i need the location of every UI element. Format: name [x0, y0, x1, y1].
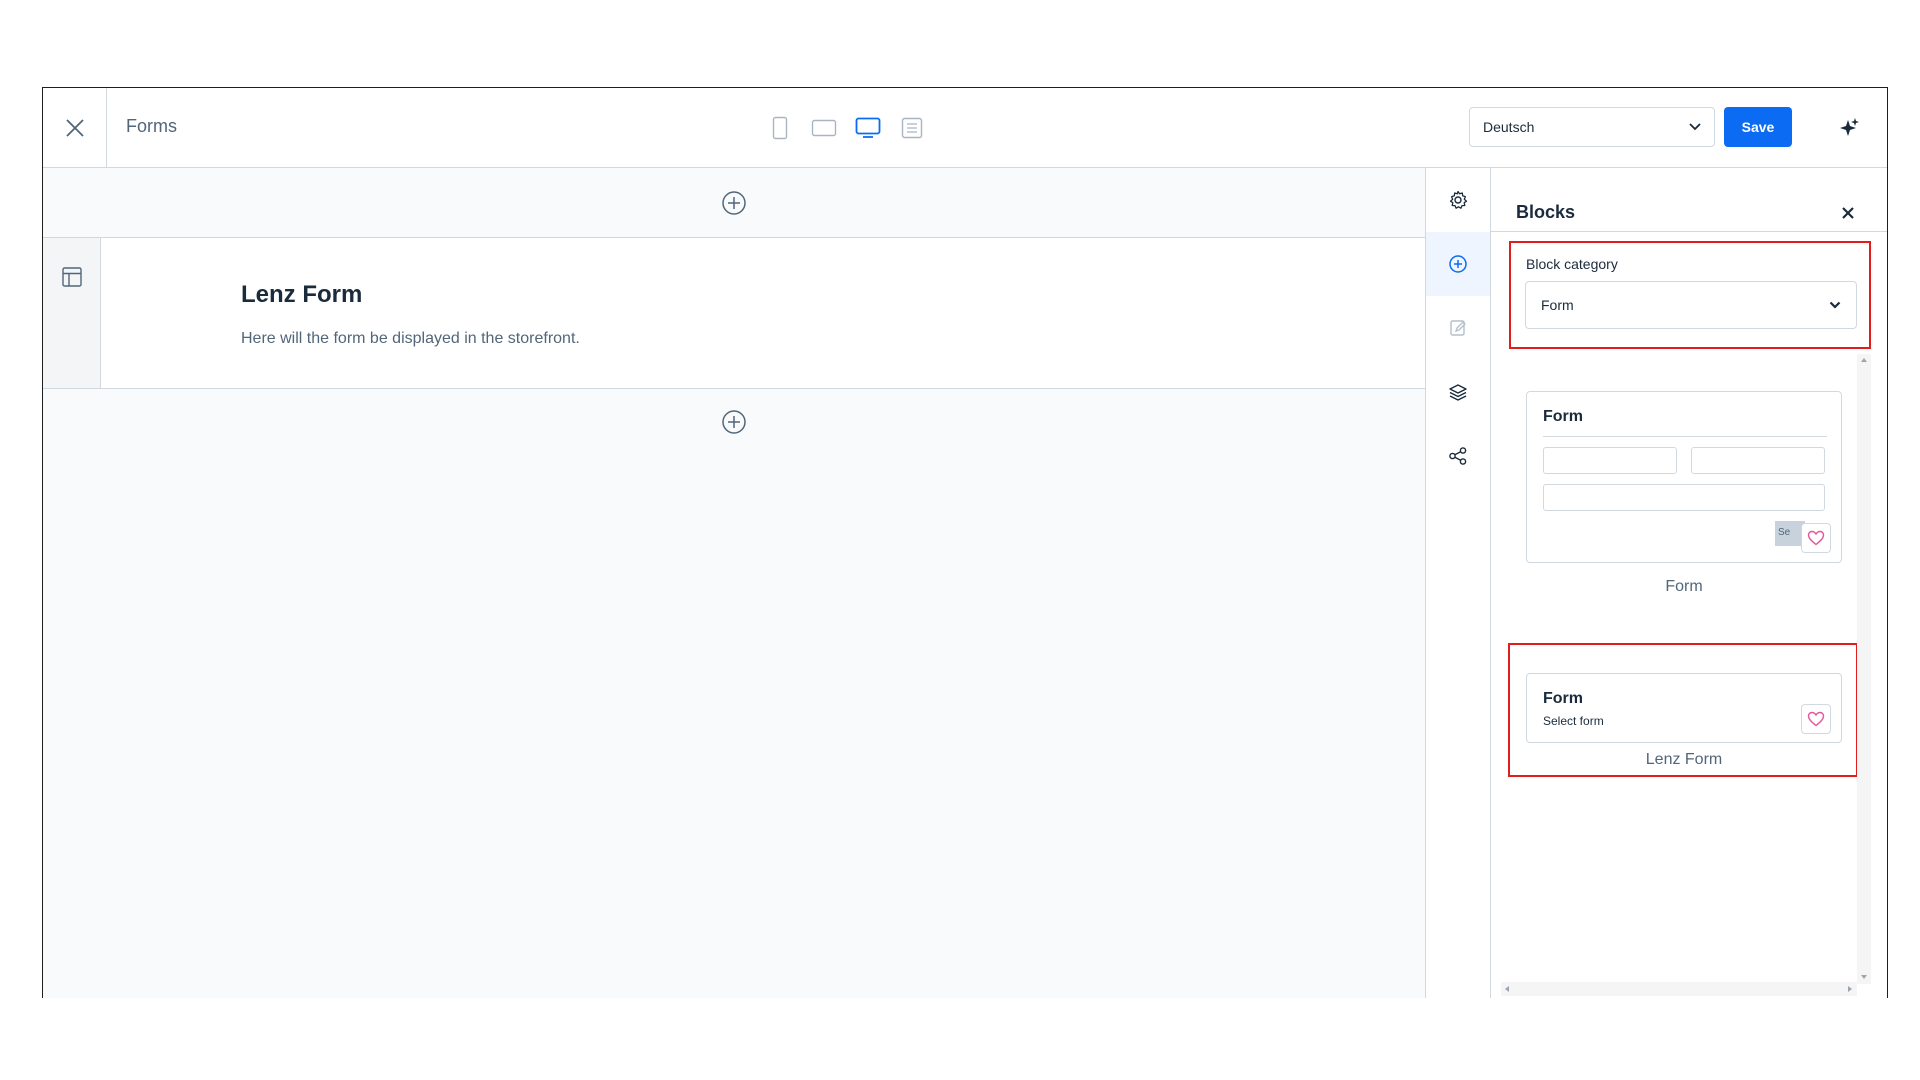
page-title: Forms [126, 116, 177, 136]
favorite-button[interactable] [1801, 704, 1831, 734]
device-mobile-button[interactable] [765, 113, 795, 143]
blocks-panel: Blocks Block category Form Form Se Form … [1491, 168, 1887, 998]
heart-icon [1807, 711, 1825, 727]
block-card-form[interactable]: Form Se [1526, 391, 1842, 563]
page-canvas: Lenz Form Here will the form be displaye… [43, 168, 1425, 998]
settings-icon [1449, 190, 1468, 209]
plus-circle-icon [722, 409, 746, 434]
device-tablet-button[interactable] [809, 113, 839, 143]
share-icon [1449, 447, 1467, 465]
device-list-button[interactable] [897, 113, 927, 143]
preview-input [1543, 447, 1677, 474]
favorite-button[interactable] [1801, 523, 1831, 553]
desktop-icon [855, 117, 881, 138]
device-switcher [765, 113, 927, 143]
layers-icon [1449, 384, 1467, 401]
sparkles-icon [1840, 118, 1859, 136]
add-section-top-button[interactable] [721, 190, 747, 216]
heart-icon [1807, 530, 1825, 546]
add-block-icon [1449, 255, 1467, 273]
block-caption: Form [1665, 578, 1703, 595]
block-card-title: Form [1543, 690, 1583, 707]
plus-circle-icon [722, 190, 746, 215]
save-button[interactable]: Save [1724, 107, 1792, 147]
sidebar-layers-button[interactable] [1426, 360, 1490, 424]
top-bar: Forms Deutsch Save [43, 88, 1887, 168]
horizontal-scrollbar[interactable] [1501, 982, 1857, 996]
block-title: Lenz Form [241, 281, 363, 308]
blocks-panel-header: Blocks [1491, 168, 1887, 232]
close-editor-button[interactable] [43, 88, 107, 168]
form-block[interactable]: Lenz Form Here will the form be displaye… [101, 238, 1425, 388]
section-sidebar [43, 238, 101, 388]
sidebar-edit-button[interactable] [1426, 296, 1490, 360]
block-category-label: Block category [1526, 256, 1618, 272]
sidebar-icon-strip [1425, 168, 1491, 998]
scroll-right-icon[interactable] [1847, 985, 1853, 993]
language-select[interactable]: Deutsch [1469, 107, 1715, 147]
block-text: Here will the form be displayed in the s… [241, 330, 580, 347]
block-caption: Lenz Form [1645, 751, 1723, 768]
list-view-icon [901, 117, 923, 139]
sidebar-add-block-button[interactable] [1426, 232, 1490, 296]
chevron-down-icon [1829, 301, 1841, 309]
edit-icon [1450, 320, 1466, 336]
close-icon[interactable] [1839, 204, 1857, 222]
sidebar-share-button[interactable] [1426, 424, 1490, 488]
preview-input [1691, 447, 1825, 474]
block-category-select[interactable]: Form [1525, 281, 1857, 329]
block-card-title: Form [1543, 408, 1583, 425]
sidebar-settings-button[interactable] [1426, 168, 1490, 232]
chevron-down-icon [1689, 123, 1701, 131]
form-section[interactable]: Lenz Form Here will the form be displaye… [43, 238, 1425, 389]
scroll-left-icon[interactable] [1504, 985, 1510, 993]
block-category-value: Form [1541, 297, 1574, 313]
mobile-icon [772, 116, 788, 140]
block-category-highlight: Block category Form [1509, 241, 1871, 349]
tablet-landscape-icon [811, 119, 837, 137]
blocks-panel-title: Blocks [1516, 202, 1576, 222]
add-section-bottom-button[interactable] [721, 409, 747, 435]
block-list: Form Se Form Form Select form Lenz Form [1501, 354, 1877, 996]
divider [1543, 436, 1827, 437]
layout-icon[interactable] [60, 265, 84, 289]
scroll-down-icon[interactable] [1860, 974, 1868, 980]
scroll-up-icon[interactable] [1860, 357, 1868, 363]
block-card-subtitle: Select form [1543, 714, 1604, 728]
language-value: Deutsch [1483, 119, 1535, 135]
add-section-top [43, 168, 1425, 238]
preview-input [1543, 484, 1825, 511]
block-card-lenz-form[interactable]: Form Select form [1526, 673, 1842, 743]
editor-window: Forms Deutsch Save Lenz Form Here will t… [42, 87, 1888, 998]
vertical-scrollbar[interactable] [1857, 354, 1871, 984]
close-icon [65, 119, 84, 137]
add-section-bottom [43, 389, 1425, 454]
device-desktop-button[interactable] [853, 113, 883, 143]
ai-assistant-button[interactable] [1835, 114, 1863, 142]
